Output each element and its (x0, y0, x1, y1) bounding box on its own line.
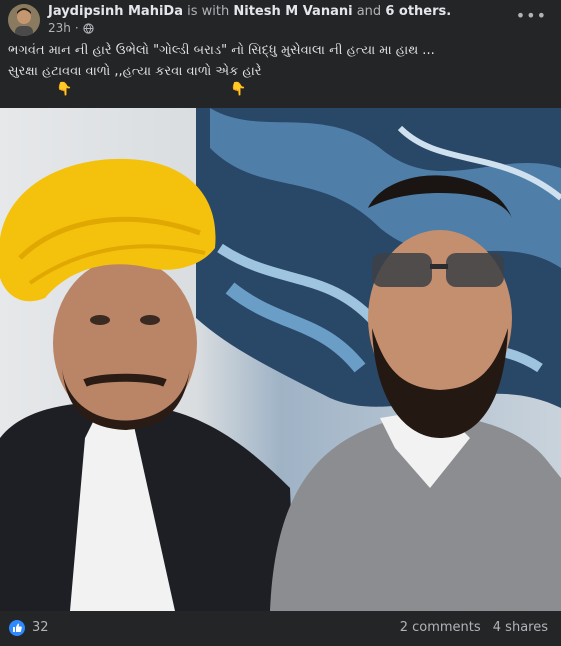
like-icon[interactable] (9, 620, 25, 636)
reaction-count[interactable]: 32 (32, 620, 49, 635)
tagged-user[interactable]: Nitesh M Vanani (233, 4, 352, 19)
post-footer: 32 2 comments 4 shares (0, 611, 561, 646)
post-text: ભગવંત માન ની હારે ઉભેલો "ગોલ્ડી બરાડ" નો… (8, 40, 548, 100)
post-photo[interactable] (0, 108, 561, 611)
more-options-icon[interactable]: ••• (516, 6, 547, 25)
pointing-down-emoji: 👇 (56, 82, 73, 97)
comments-count[interactable]: 2 comments (400, 620, 481, 635)
others-link[interactable]: 6 others. (385, 4, 451, 19)
author-name[interactable]: Jaydipsinh MahiDa (48, 4, 183, 19)
author-line: Jaydipsinh MahiDa is with Nitesh M Vanan… (48, 4, 451, 19)
with-text: is with (187, 4, 230, 19)
shares-count[interactable]: 4 shares (493, 620, 548, 635)
and-text: and (356, 4, 382, 19)
avatar[interactable] (8, 4, 40, 36)
post-time[interactable]: 23h (48, 21, 71, 35)
post-text-line-2: સુરક્ષા હટાવવા વાળો ,,હત્યા કરવા વાળો એક… (8, 64, 262, 79)
post-meta: 23h · (48, 21, 94, 35)
post-stats: 2 comments 4 shares (392, 620, 548, 635)
globe-icon (83, 22, 94, 34)
post-text-line-1: ભગવંત માન ની હારે ઉભેલો "ગોલ્ડી બરાડ" નો… (8, 43, 435, 58)
pointing-down-emoji: 👇 (230, 82, 247, 97)
post-header: Jaydipsinh MahiDa is with Nitesh M Vanan… (0, 0, 561, 40)
